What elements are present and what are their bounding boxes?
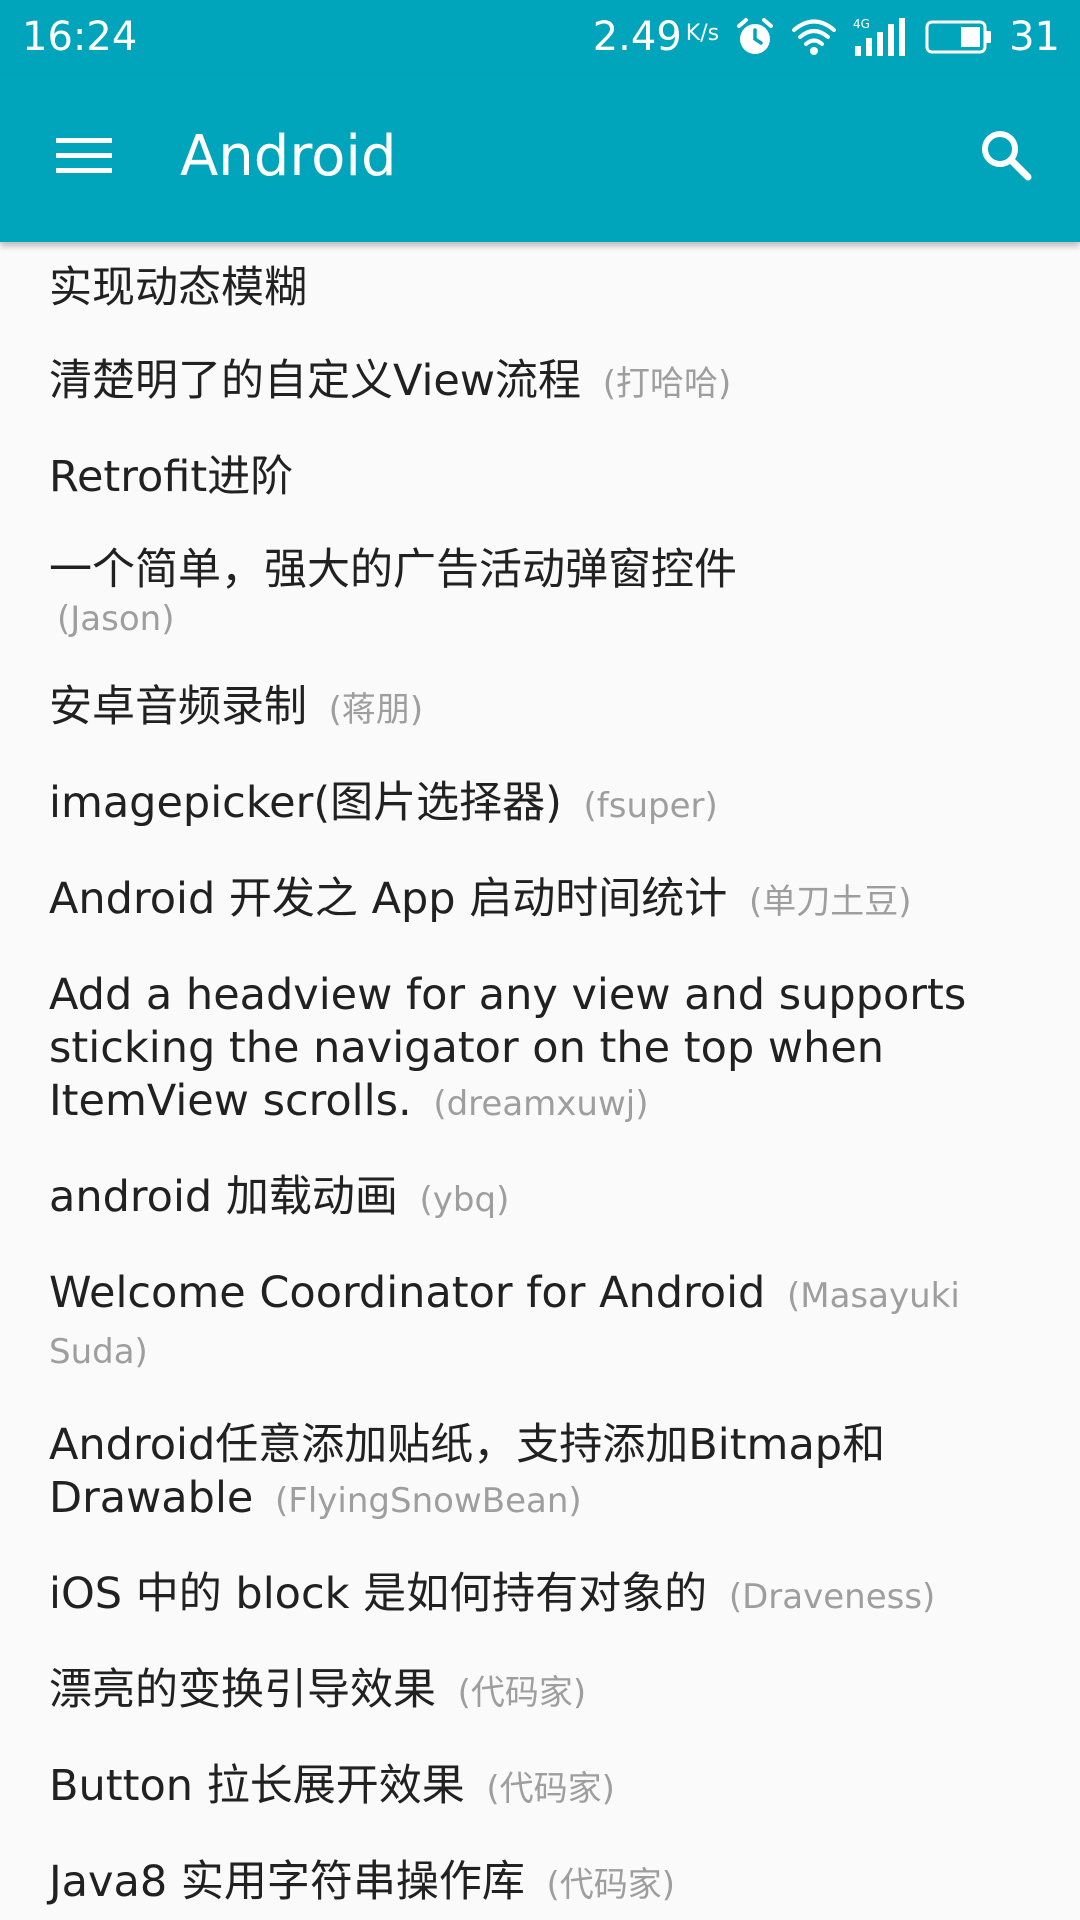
article-title: Android 开发之 App 启动时间统计 <box>49 874 728 924</box>
screen: 16:24 2.49 K/s 4G 31 Android 实现动态模糊 清楚明了… <box>0 0 1080 1920</box>
article-author: (代码家) <box>546 1865 676 1905</box>
article-author: (代码家) <box>457 1673 587 1713</box>
app-bar: Android <box>0 75 1080 242</box>
article-list: 实现动态模糊清楚明了的自定义View流程 (打哈哈) Retrofit进阶一个简单… <box>0 242 1080 1920</box>
article-author: (单刀土豆) <box>748 882 912 922</box>
article-item[interactable]: Button 拉长展开效果 (代码家) <box>0 1740 1080 1836</box>
article-item[interactable]: Add a headview for any view and supports… <box>0 949 1080 1151</box>
article-item[interactable]: Android 开发之 App 启动时间统计 (单刀土豆) <box>0 853 1080 949</box>
status-indicators: 2.49 K/s 4G 31 <box>593 12 1060 62</box>
article-author: (FlyingSnowBean) <box>275 1481 582 1521</box>
battery-level: 31 <box>1009 14 1060 60</box>
status-time: 16:24 <box>22 14 138 60</box>
article-item[interactable]: 实现动态模糊 <box>0 242 1080 335</box>
alarm-icon <box>735 17 775 57</box>
article-title: Button 拉长展开效果 <box>49 1761 465 1811</box>
wifi-icon <box>791 17 837 57</box>
article-item[interactable]: 安卓音频录制 (蒋朋) <box>0 661 1080 757</box>
article-title: 一个简单，强大的广告活动弹窗控件 <box>49 545 737 595</box>
article-author: (dreamxuwj) <box>433 1084 649 1124</box>
article-author: (ybq) <box>419 1180 510 1220</box>
article-item[interactable]: android 加载动画 (ybq) <box>0 1151 1080 1247</box>
network-speed: 2.49 K/s <box>593 14 719 60</box>
article-item[interactable]: Java8 实用字符串操作库 (代码家) <box>0 1836 1080 1920</box>
app-title: Android <box>180 124 397 189</box>
article-title: 清楚明了的自定义View流程 <box>49 356 582 406</box>
article-author: (Jason) <box>57 599 175 639</box>
article-title: Welcome Coordinator for Android <box>49 1268 766 1318</box>
menu-icon <box>56 135 112 179</box>
article-title: 安卓音频录制 <box>49 682 307 732</box>
menu-button[interactable] <box>36 115 132 199</box>
article-author: (蒋朋) <box>328 690 424 730</box>
network-speed-value: 2.49 <box>592 14 682 60</box>
article-item[interactable]: 清楚明了的自定义View流程 (打哈哈) <box>0 335 1080 431</box>
article-title: android 加载动画 <box>49 1172 398 1222</box>
article-item[interactable]: imagepicker(图片选择器) (fsuper) <box>0 757 1080 853</box>
4g-signal-icon: 4G <box>853 16 909 58</box>
article-author: (打哈哈) <box>602 364 732 404</box>
article-title: Retrofit进阶 <box>49 452 294 502</box>
article-author: (Draveness) <box>728 1577 936 1617</box>
search-icon <box>978 127 1034 187</box>
article-title: 漂亮的变换引导效果 <box>49 1665 436 1715</box>
article-title: imagepicker(图片选择器) <box>49 778 562 828</box>
search-button[interactable] <box>958 115 1054 199</box>
article-author: (fsuper) <box>583 786 718 826</box>
article-item[interactable]: iOS 中的 block 是如何持有对象的 (Draveness) <box>0 1548 1080 1644</box>
svg-text:4G: 4G <box>853 17 870 31</box>
article-item[interactable]: Retrofit进阶 <box>0 431 1080 524</box>
article-title: iOS 中的 block 是如何持有对象的 <box>49 1569 708 1619</box>
article-item[interactable]: Android任意添加贴纸，支持添加Bitmap和Drawable (Flyin… <box>0 1399 1080 1548</box>
article-title: Java8 实用字符串操作库 <box>49 1857 525 1907</box>
article-item[interactable]: 漂亮的变换引导效果 (代码家) <box>0 1644 1080 1740</box>
article-item[interactable]: Welcome Coordinator for Android (Masayuk… <box>0 1247 1080 1399</box>
article-item[interactable]: 一个简单，强大的广告活动弹窗控件 (Jason) <box>0 524 1080 661</box>
article-author: (代码家) <box>486 1769 615 1809</box>
battery-icon <box>925 19 993 55</box>
article-title: 实现动态模糊 <box>49 263 307 313</box>
network-speed-unit: K/s <box>685 21 720 46</box>
status-bar: 16:24 2.49 K/s 4G 31 <box>0 0 1080 75</box>
